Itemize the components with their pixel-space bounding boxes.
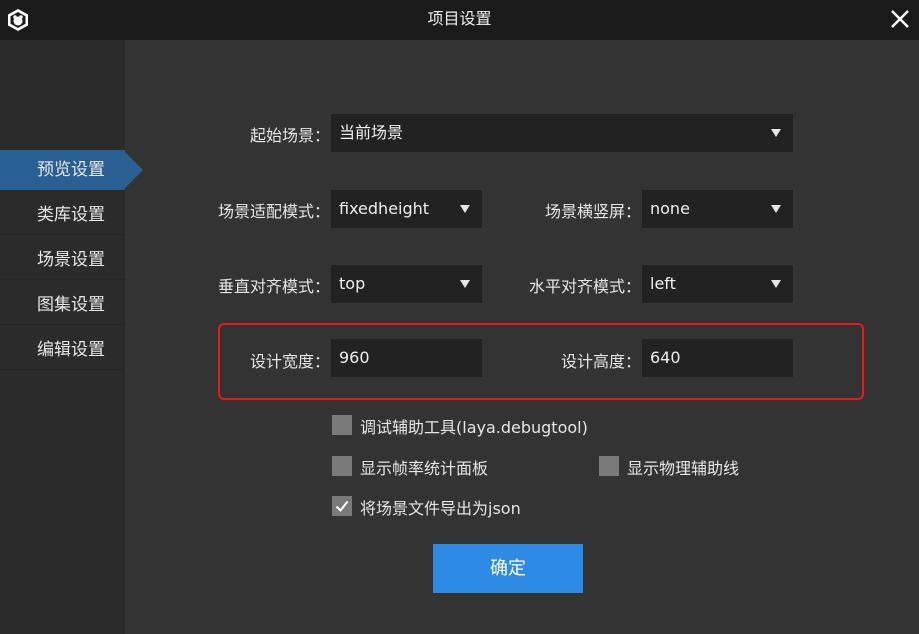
export-json-checkbox[interactable] (332, 496, 352, 516)
show-fps-checkbox[interactable] (332, 456, 352, 476)
dropdown-caret-icon (771, 129, 781, 137)
dropdown-caret-icon (460, 280, 470, 288)
project-settings-window: 项目设置 预览设置 类库设置 场景设置 图集设置 编辑设置 起始场景： 当前场景… (0, 0, 919, 634)
start-scene-value: 当前场景 (339, 123, 404, 142)
design-height-input[interactable]: 640 (642, 339, 793, 377)
debug-tool-label: 调试辅助工具(laya.debugtool) (360, 418, 588, 437)
vertical-align-label: 垂直对齐模式： (217, 277, 330, 296)
sidebar-item-editor[interactable]: 编辑设置 (0, 330, 125, 370)
sidebar-item-library[interactable]: 类库设置 (0, 195, 125, 235)
confirm-button[interactable]: 确定 (433, 544, 583, 593)
screen-orientation-value: none (650, 199, 690, 218)
vertical-align-select[interactable]: top (331, 265, 482, 303)
active-nav-pointer (125, 152, 143, 188)
screen-orientation-label: 场景横竖屏： (544, 202, 641, 221)
start-scene-select[interactable]: 当前场景 (331, 114, 793, 152)
title-bar: 项目设置 (0, 0, 919, 40)
close-icon[interactable] (889, 8, 911, 30)
show-physics-label: 显示物理辅助线 (627, 459, 740, 478)
horizontal-align-value: left (650, 274, 676, 293)
show-fps-label: 显示帧率统计面板 (360, 459, 489, 478)
sidebar-item-preview[interactable]: 预览设置 (0, 150, 125, 190)
design-width-label: 设计宽度： (249, 352, 330, 371)
dropdown-caret-icon (460, 205, 470, 213)
window-title: 项目设置 (427, 9, 492, 28)
design-width-value: 960 (339, 348, 370, 367)
horizontal-align-label: 水平对齐模式： (528, 277, 641, 296)
debug-tool-checkbox[interactable] (332, 415, 352, 435)
horizontal-align-select[interactable]: left (642, 265, 793, 303)
screen-orientation-select[interactable]: none (642, 190, 793, 228)
settings-sidebar: 预览设置 类库设置 场景设置 图集设置 编辑设置 (0, 40, 125, 634)
dropdown-caret-icon (771, 280, 781, 288)
vertical-align-value: top (339, 274, 366, 293)
design-height-label: 设计高度： (560, 352, 641, 371)
sidebar-item-scene[interactable]: 场景设置 (0, 240, 125, 280)
scale-mode-value: fixedheight (339, 199, 430, 218)
design-height-value: 640 (650, 348, 681, 367)
scale-mode-select[interactable]: fixedheight (331, 190, 482, 228)
start-scene-label: 起始场景： (249, 126, 330, 145)
checkmark-icon (335, 500, 349, 513)
scale-mode-label: 场景适配模式： (217, 202, 330, 221)
show-physics-checkbox[interactable] (599, 456, 619, 476)
design-width-input[interactable]: 960 (331, 339, 482, 377)
dropdown-caret-icon (771, 205, 781, 213)
export-json-label: 将场景文件导出为json (360, 499, 521, 518)
sidebar-item-atlas[interactable]: 图集设置 (0, 285, 125, 325)
